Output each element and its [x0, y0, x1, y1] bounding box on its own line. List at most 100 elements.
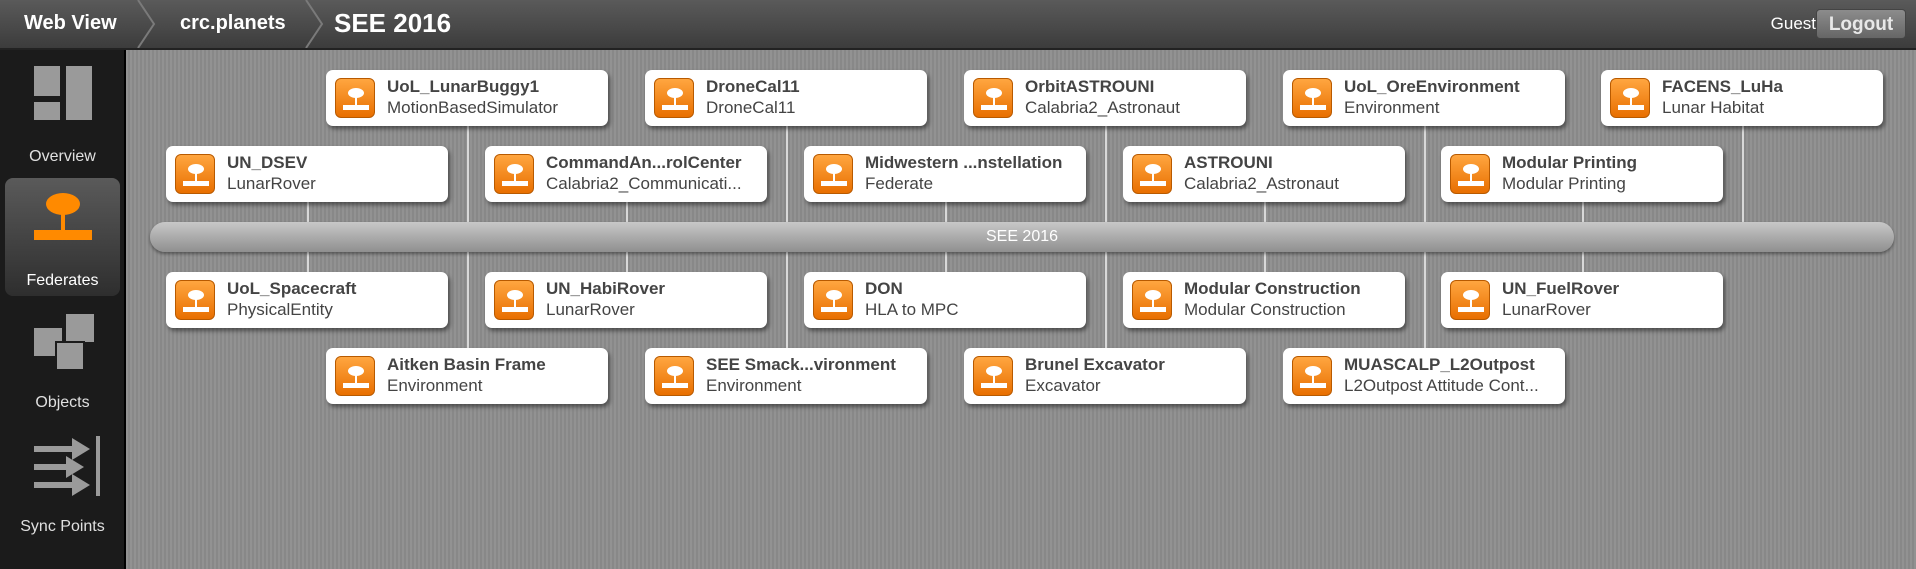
federate-card[interactable]: UN_FuelRover LunarRover: [1441, 272, 1723, 328]
breadcrumb-separator-icon: [305, 0, 324, 48]
connector-line: [945, 252, 947, 274]
connector-line: [307, 252, 309, 274]
connector-line: [307, 202, 309, 222]
federate-type: Calabria2_Astronaut: [1184, 174, 1339, 193]
federate-name: UoL_LunarBuggy1: [387, 77, 540, 96]
federation-bus[interactable]: SEE 2016: [150, 222, 1894, 252]
federate-icon: [1292, 356, 1332, 396]
federate-name: FACENS_LuHa: [1662, 77, 1783, 96]
federate-icon: [1292, 78, 1332, 118]
federate-type: Environment: [706, 376, 802, 395]
federate-name: OrbitASTROUNI: [1025, 77, 1155, 96]
page-title: SEE 2016: [334, 8, 452, 38]
federate-type: Federate: [865, 174, 934, 193]
connector-line: [1424, 252, 1426, 350]
federate-name: UN_HabiRover: [546, 279, 666, 298]
federate-icon: [494, 280, 534, 320]
federate-icon: [1132, 280, 1172, 320]
federate-type: L2Outpost Attitude Cont...: [1344, 376, 1539, 395]
federate-type: LunarRover: [227, 174, 316, 193]
objects-icon: [34, 314, 94, 371]
federate-icon: [654, 78, 694, 118]
federate-card[interactable]: UN_HabiRover LunarRover: [485, 272, 767, 328]
federate-icon: [973, 78, 1013, 118]
federate-icon: [494, 154, 534, 194]
federates-icon: [34, 193, 92, 240]
federate-name: ASTROUNI: [1184, 153, 1273, 172]
federate-card[interactable]: Modular Construction Modular Constructio…: [1123, 272, 1405, 328]
federate-card[interactable]: Modular Printing Modular Printing: [1441, 146, 1723, 202]
federate-card[interactable]: MUASCALP_L2Outpost L2Outpost Attitude Co…: [1283, 348, 1565, 404]
federate-icon: [813, 154, 853, 194]
connector-line: [467, 252, 469, 350]
federate-card[interactable]: Brunel Excavator Excavator: [964, 348, 1246, 404]
federate-type: Excavator: [1025, 376, 1101, 395]
federate-icon: [175, 280, 215, 320]
federate-card[interactable]: UoL_LunarBuggy1 MotionBasedSimulator: [326, 70, 608, 126]
federate-icon: [1450, 154, 1490, 194]
federate-card[interactable]: DON HLA to MPC: [804, 272, 1086, 328]
logout-button[interactable]: Logout: [1816, 9, 1906, 39]
connector-line: [1105, 126, 1107, 222]
connector-line: [626, 252, 628, 274]
sidebar-item-objects[interactable]: Objects: [5, 300, 120, 418]
federate-card[interactable]: FACENS_LuHa Lunar Habitat: [1601, 70, 1883, 126]
breadcrumb-separator-icon: [137, 0, 156, 48]
connector-line: [786, 126, 788, 222]
federate-name: UoL_OreEnvironment: [1344, 77, 1520, 96]
connector-line: [1264, 252, 1266, 274]
federate-name: Aitken Basin Frame: [387, 355, 546, 374]
federate-name: Modular Construction: [1184, 279, 1361, 298]
top-bar: Web View crc.planets SEE 2016 Guest Logo…: [0, 0, 1916, 50]
federate-icon: [654, 356, 694, 396]
federate-icon: [1132, 154, 1172, 194]
federate-name: UoL_Spacecraft: [227, 279, 357, 298]
federate-card[interactable]: CommandAn...rolCenter Calabria2_Communic…: [485, 146, 767, 202]
connector-line: [1424, 126, 1426, 222]
connector-line: [786, 252, 788, 350]
federate-type: Modular Construction: [1184, 300, 1346, 319]
federate-card[interactable]: SEE Smack...vironment Environment: [645, 348, 927, 404]
federate-card[interactable]: DroneCal11 DroneCal11: [645, 70, 927, 126]
sidebar-item-overview[interactable]: Overview: [5, 54, 120, 172]
federate-name: MUASCALP_L2Outpost: [1344, 355, 1535, 374]
connector-line: [1742, 126, 1744, 222]
federate-card[interactable]: Aitken Basin Frame Environment: [326, 348, 608, 404]
sidebar-item-label: Sync Points: [20, 518, 105, 535]
federate-icon: [335, 356, 375, 396]
federate-type: Calabria2_Astronaut: [1025, 98, 1180, 117]
sidebar-item-label: Objects: [35, 394, 90, 411]
federate-icon: [1610, 78, 1650, 118]
federate-card[interactable]: UoL_Spacecraft PhysicalEntity: [166, 272, 448, 328]
federate-card[interactable]: Midwestern ...nstellation Federate: [804, 146, 1086, 202]
federate-icon: [973, 356, 1013, 396]
federate-name: UN_FuelRover: [1502, 279, 1620, 298]
federate-name: Midwestern ...nstellation: [865, 153, 1063, 172]
connector-line: [1582, 202, 1584, 222]
federate-type: PhysicalEntity: [227, 300, 333, 319]
sync-points-icon: [34, 436, 100, 496]
connector-line: [626, 202, 628, 222]
federate-name: Modular Printing: [1502, 153, 1638, 172]
federate-name: SEE Smack...vironment: [706, 355, 896, 374]
federate-card[interactable]: UN_DSEV LunarRover: [166, 146, 448, 202]
breadcrumb-web-view[interactable]: Web View: [24, 0, 117, 48]
federate-name: UN_DSEV: [227, 153, 308, 172]
breadcrumb-crc-planets[interactable]: crc.planets: [180, 0, 286, 48]
overview-icon: [34, 66, 92, 120]
federate-card[interactable]: UoL_OreEnvironment Environment: [1283, 70, 1565, 126]
federate-icon: [175, 154, 215, 194]
federate-type: Modular Printing: [1502, 174, 1626, 193]
federate-card[interactable]: OrbitASTROUNI Calabria2_Astronaut: [964, 70, 1246, 126]
federate-name: Brunel Excavator: [1025, 355, 1165, 374]
sidebar-item-sync-points[interactable]: Sync Points: [5, 424, 120, 542]
connector-line: [1582, 252, 1584, 274]
federate-name: CommandAn...rolCenter: [546, 153, 742, 172]
federate-card[interactable]: ASTROUNI Calabria2_Astronaut: [1123, 146, 1405, 202]
federate-icon: [1450, 280, 1490, 320]
sidebar-item-federates[interactable]: Federates: [5, 178, 120, 296]
connector-line: [467, 126, 469, 222]
sidebar-item-label: Federates: [26, 272, 99, 289]
federate-type: LunarRover: [1502, 300, 1591, 319]
federate-name: DON: [865, 279, 903, 298]
